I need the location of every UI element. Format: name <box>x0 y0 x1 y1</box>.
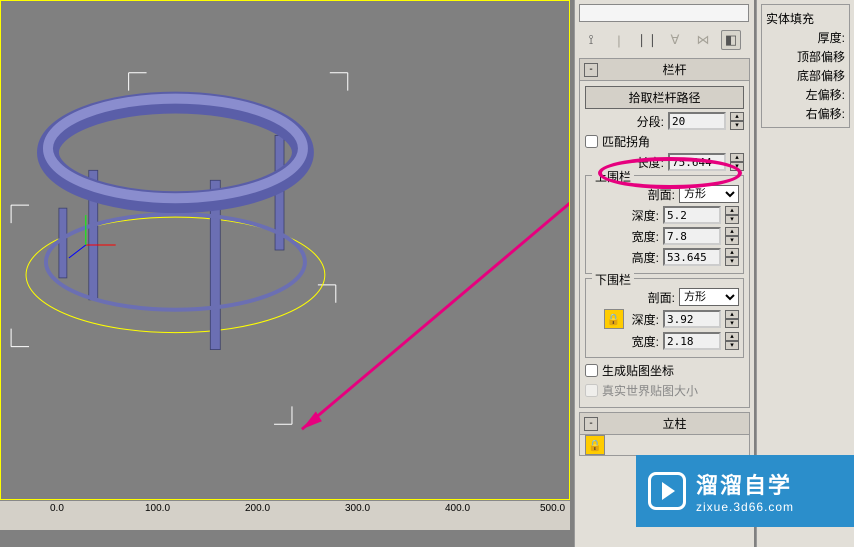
rollout-header-post[interactable]: - 立柱 <box>580 413 749 435</box>
viewport[interactable] <box>0 0 570 500</box>
profile-select[interactable]: 方形 <box>679 288 739 306</box>
width-label: 宽度: <box>632 228 659 245</box>
spinner-up[interactable]: ▴ <box>725 310 739 319</box>
rollout-header-railing[interactable]: - 栏杆 <box>580 59 749 81</box>
tool-icon-1[interactable]: ❘❘ <box>637 30 657 50</box>
depth-input[interactable] <box>663 310 721 328</box>
spinner-up[interactable]: ▴ <box>725 227 739 236</box>
width-label: 宽度: <box>632 333 659 350</box>
spinner-down[interactable]: ▾ <box>725 257 739 266</box>
spinner-down[interactable]: ▾ <box>725 236 739 245</box>
profile-select[interactable]: 方形 <box>679 185 739 203</box>
right-offset-label: 右偏移: <box>766 104 845 123</box>
top-offset-label: 顶部偏移 <box>766 47 845 66</box>
rollout-title: 栏杆 <box>604 61 745 78</box>
ruler-tick-label: 500.0 <box>540 503 565 514</box>
ruler-tick-label: 200.0 <box>245 503 270 514</box>
rollout-railing: - 栏杆 拾取栏杆路径 分段: ▴▾ 匹配拐角 长度: ▴▾ <box>579 58 750 408</box>
left-offset-label: 左偏移: <box>766 85 845 104</box>
spinner-up[interactable]: ▴ <box>730 153 744 162</box>
length-input[interactable] <box>668 153 726 171</box>
spinner-up[interactable]: ▴ <box>725 248 739 257</box>
watermark-cn: 溜溜自学 <box>696 468 794 500</box>
profile-label: 剖面: <box>648 186 675 203</box>
group-label: 下围栏 <box>592 271 634 288</box>
toolbar-icons: ⟟ | ❘❘ ∀ ⋈ ◧ <box>579 26 750 54</box>
tool-icon-3[interactable]: ⋈ <box>693 30 713 50</box>
width-input[interactable] <box>663 332 721 350</box>
match-corners-label: 匹配拐角 <box>602 133 650 150</box>
ruler-tick-label: 0.0 <box>50 503 64 514</box>
rollout-toggle[interactable]: - <box>584 63 598 77</box>
lock-icon[interactable]: 🔒 <box>585 435 605 455</box>
lock-icon[interactable]: 🔒 <box>604 309 624 329</box>
length-label: 长度: <box>637 154 664 171</box>
solid-fill-label: 实体填充 <box>766 9 845 28</box>
tool-icon-2[interactable]: ∀ <box>665 30 685 50</box>
depth-input[interactable] <box>663 206 721 224</box>
preview-box <box>579 4 749 22</box>
divider: | <box>609 30 629 50</box>
height-label: 高度: <box>632 249 659 266</box>
segment-input[interactable] <box>668 112 726 130</box>
ruler-tick-label: 300.0 <box>345 503 370 514</box>
group-solid-fill: 实体填充 厚度: 顶部偏移 底部偏移 左偏移: 右偏移: <box>761 4 850 128</box>
rollout-toggle[interactable]: - <box>584 417 598 431</box>
group-label: 上围栏 <box>592 168 634 185</box>
rollout-title: 立柱 <box>604 415 745 432</box>
real-world-checkbox <box>585 384 598 397</box>
ruler-tick-label: 400.0 <box>445 503 470 514</box>
watermark: 溜溜自学 zixue.3d66.com <box>636 455 854 527</box>
ruler-x: 0.0 100.0 200.0 300.0 400.0 500.0 <box>0 500 570 530</box>
match-corners-checkbox[interactable] <box>585 135 598 148</box>
spinner-up[interactable]: ▴ <box>725 332 739 341</box>
spinner-down[interactable]: ▾ <box>730 121 744 130</box>
generate-uvs-label: 生成贴图坐标 <box>602 362 674 379</box>
watermark-url: zixue.3d66.com <box>696 500 794 514</box>
rollout-post: - 立柱 🔒 <box>579 412 750 456</box>
spinner-down[interactable]: ▾ <box>730 162 744 171</box>
play-icon <box>648 472 686 510</box>
spinner-down[interactable]: ▾ <box>725 319 739 328</box>
segment-label: 分段: <box>637 113 664 130</box>
bottom-offset-label: 底部偏移 <box>766 66 845 85</box>
pick-path-button[interactable]: 拾取栏杆路径 <box>585 86 744 109</box>
profile-label: 剖面: <box>648 289 675 306</box>
thickness-label: 厚度: <box>766 28 845 47</box>
generate-uvs-checkbox[interactable] <box>585 364 598 377</box>
spinner-up[interactable]: ▴ <box>730 112 744 121</box>
launch-icon[interactable]: ◧ <box>721 30 741 50</box>
spinner-down[interactable]: ▾ <box>725 341 739 350</box>
group-upper-rail: 上围栏 剖面: 方形 深度: ▴▾ 宽度: ▴▾ 高度: <box>585 175 744 274</box>
spinner-down[interactable]: ▾ <box>725 215 739 224</box>
real-world-label: 真实世界贴图大小 <box>602 382 698 399</box>
height-input[interactable] <box>663 248 721 266</box>
depth-label: 深度: <box>632 311 659 328</box>
pin-icon[interactable]: ⟟ <box>581 30 601 50</box>
group-lower-rail: 下围栏 剖面: 方形 🔒 深度: ▴▾ 宽度: ▴▾ <box>585 278 744 358</box>
ruler-tick-label: 100.0 <box>145 503 170 514</box>
depth-label: 深度: <box>632 207 659 224</box>
spinner-up[interactable]: ▴ <box>725 206 739 215</box>
width-input[interactable] <box>663 227 721 245</box>
